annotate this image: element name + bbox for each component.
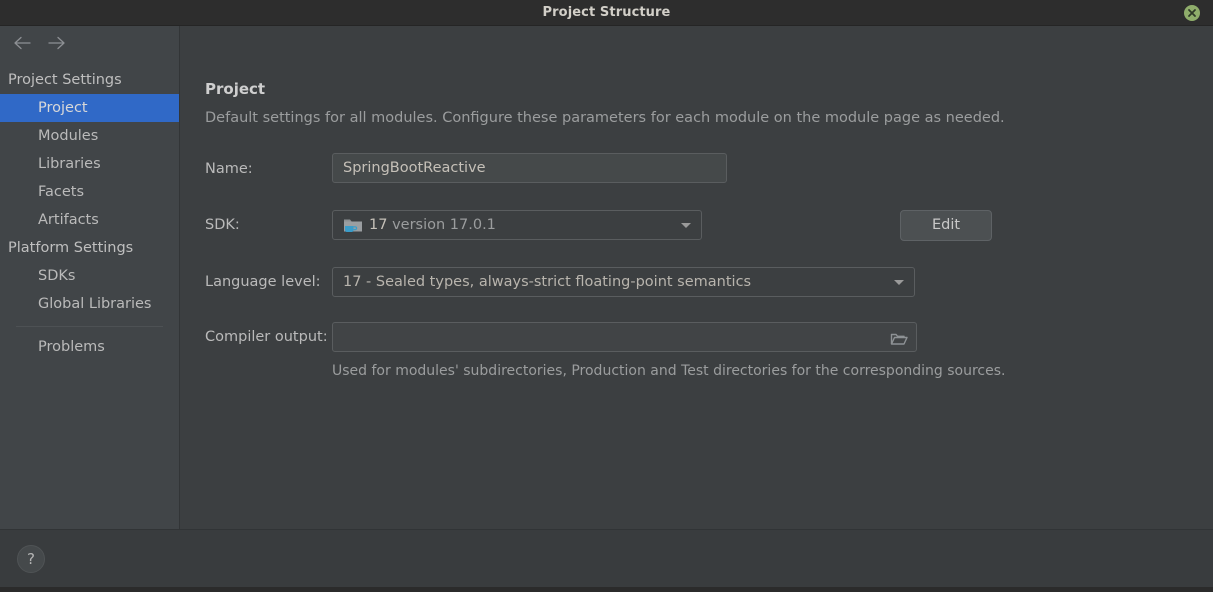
dialog-footer: ? OK Cancel Apply	[0, 529, 1213, 587]
compiler-output-hint: Used for modules' subdirectories, Produc…	[332, 363, 1006, 379]
chevron-down-icon	[894, 280, 904, 285]
sidebar-group-platform-settings: Platform Settings	[8, 240, 134, 256]
chevron-down-icon	[681, 223, 691, 228]
language-level-value: 17 - Sealed types, always-strict floatin…	[343, 274, 752, 290]
name-input[interactable]: SpringBootReactive	[332, 153, 727, 183]
close-icon[interactable]	[1184, 5, 1200, 21]
sidebar-item-facets[interactable]: Facets	[0, 178, 179, 206]
window-bottom-edge	[0, 587, 1213, 592]
sidebar-divider	[16, 326, 163, 327]
java-sdk-folder-icon	[343, 216, 363, 234]
settings-sidebar: Project Settings Project Modules Librari…	[0, 26, 180, 529]
sidebar-item-artifacts[interactable]: Artifacts	[0, 206, 179, 234]
sdk-edit-button[interactable]: Edit	[900, 210, 992, 241]
title-bar: Project Structure	[0, 0, 1213, 26]
name-label: Name:	[205, 161, 253, 177]
language-level-combobox[interactable]: 17 - Sealed types, always-strict floatin…	[332, 267, 915, 297]
folder-open-icon[interactable]	[890, 329, 908, 345]
sdk-value-secondary: version 17.0.1	[392, 217, 496, 233]
arrow-right-icon[interactable]	[43, 31, 71, 57]
window-title: Project Structure	[542, 5, 671, 20]
language-level-label: Language level:	[205, 274, 321, 290]
sidebar-group-project-settings: Project Settings	[8, 72, 122, 88]
sdk-label: SDK:	[205, 217, 240, 233]
compiler-output-label: Compiler output:	[205, 329, 328, 345]
navigation-arrows	[8, 31, 88, 59]
project-structure-dialog: Project Structure Project Settings Proje…	[0, 0, 1213, 592]
project-settings-panel: Project Default settings for all modules…	[180, 26, 1213, 529]
arrow-left-icon[interactable]	[8, 31, 36, 57]
sidebar-item-modules[interactable]: Modules	[0, 122, 179, 150]
sdk-value: 17 version 17.0.1	[369, 211, 496, 239]
sidebar-item-libraries[interactable]: Libraries	[0, 150, 179, 178]
sidebar-item-project[interactable]: Project	[0, 94, 179, 122]
sdk-value-primary: 17	[369, 217, 388, 233]
page-title: Project	[205, 80, 266, 98]
sidebar-item-problems[interactable]: Problems	[0, 333, 179, 361]
page-description: Default settings for all modules. Config…	[205, 110, 1005, 126]
settings-tree: Project Settings Project Modules Librari…	[0, 66, 179, 361]
sdk-combobox[interactable]: 17 version 17.0.1	[332, 210, 702, 240]
help-button[interactable]: ?	[17, 545, 45, 573]
sidebar-item-global-libraries[interactable]: Global Libraries	[0, 290, 179, 318]
sidebar-item-sdks[interactable]: SDKs	[0, 262, 179, 290]
compiler-output-input[interactable]	[332, 322, 917, 352]
